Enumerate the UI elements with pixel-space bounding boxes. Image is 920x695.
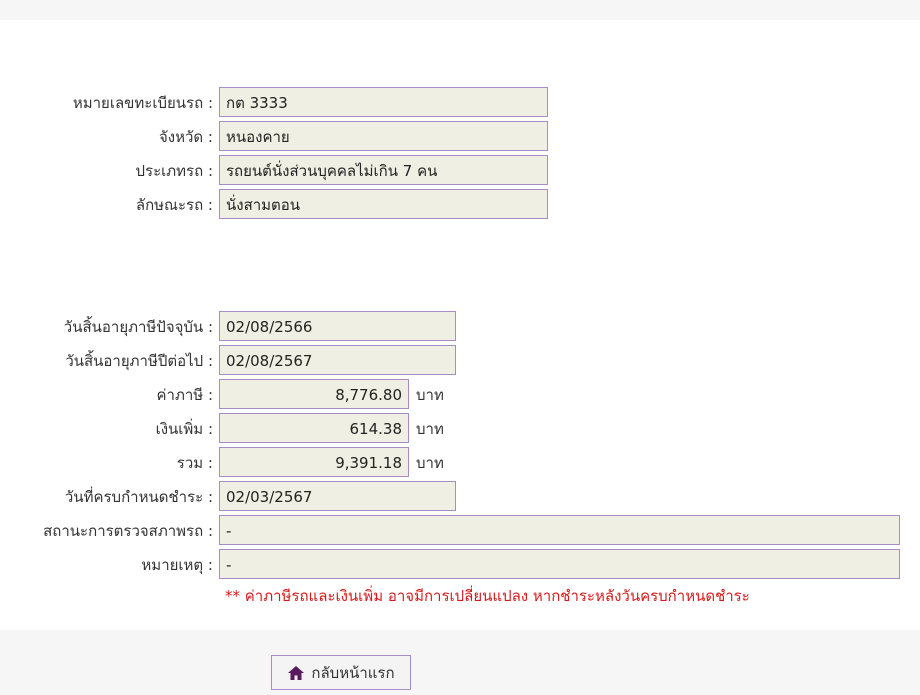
surcharge-amount-field: 614.38 [219, 413, 409, 443]
vehicle-style-field: นั่งสามตอน [219, 189, 548, 219]
next-expiry-field: 02/08/2567 [219, 345, 456, 375]
due-date-label: วันที่ครบกำหนดชำระ : [64, 488, 213, 506]
vehicle-type-label: ประเภทรถ : [135, 162, 214, 180]
inspection-status-field: - [219, 515, 900, 545]
inspection-label: สถานะการตรวจสภาพรถ : [43, 522, 213, 540]
top-band [0, 0, 920, 20]
province-field: หนองคาย [219, 121, 548, 151]
surcharge-unit: บาท [416, 420, 444, 438]
due-date-field: 02/03/2567 [219, 481, 456, 511]
tax-label: ค่าภาษี : [156, 386, 213, 404]
total-amount-field: 9,391.18 [219, 447, 409, 477]
total-unit: บาท [416, 454, 444, 472]
tax-unit: บาท [416, 386, 444, 404]
warning-note: ** ค่าภาษีรถและเงินเพิ่ม อาจมีการเปลี่ยน… [225, 587, 750, 605]
vehicle-type-field: รถยนต์นั่งส่วนบุคคลไม่เกิน 7 คน [219, 155, 548, 185]
home-icon [287, 665, 305, 681]
tax-amount-field: 8,776.80 [219, 379, 409, 409]
bottom-band [0, 630, 920, 695]
province-label: จังหวัด : [159, 128, 213, 146]
home-button[interactable]: กลับหน้าแรก [271, 655, 411, 690]
current-expiry-label: วันสิ้นอายุภาษีปัจจุบัน : [63, 318, 213, 336]
vehicle-style-label: ลักษณะรถ : [135, 196, 213, 214]
home-button-label: กลับหน้าแรก [311, 663, 395, 682]
next-expiry-label: วันสิ้นอายุภาษีปีต่อไป : [65, 352, 213, 370]
remark-label: หมายเหตุ : [141, 556, 213, 574]
surcharge-label: เงินเพิ่ม : [155, 420, 213, 438]
plate-label: หมายเลขทะเบียนรถ : [72, 94, 213, 112]
plate-field: กต 3333 [219, 87, 548, 117]
total-label: รวม : [176, 454, 213, 472]
remark-field: - [219, 549, 900, 579]
current-expiry-field: 02/08/2566 [219, 311, 456, 341]
